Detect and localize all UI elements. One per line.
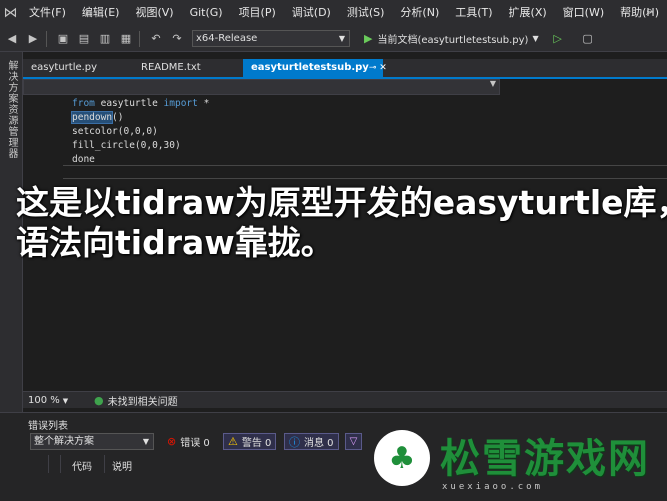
current-line-highlight [63, 165, 667, 179]
selected-word: pendown [70, 111, 114, 124]
menu-debug[interactable]: 调试(D) [284, 0, 339, 26]
menu-window[interactable]: 窗口(W) [555, 0, 612, 26]
menu-bar: ⋈ 文件(F) 编辑(E) 视图(V) Git(G) 项目(P) 调试(D) 测… [0, 0, 667, 26]
run-without-debug-icon[interactable]: ▷ [549, 30, 567, 48]
forward-icon[interactable]: ▶ [24, 30, 42, 48]
subtitle-line-1: 这是以tidraw为原型开发的easyturtle库， [16, 183, 667, 222]
editor-status-bar: 100 % ▼ ● 未找到相关问题 [23, 391, 667, 408]
configuration-select[interactable]: x64-Release ▼ [192, 30, 350, 47]
toolbar-extra-icon[interactable]: ▢ [579, 30, 597, 48]
menu-extensions[interactable]: 扩展(X) [501, 0, 555, 26]
document-tabs: easyturtle.py README.txt easyturtletests… [23, 59, 667, 79]
undo-icon[interactable]: ↶ [147, 30, 165, 48]
messages-count: 消息 0 [304, 438, 334, 449]
toolbar-divider [139, 30, 140, 47]
palm-tree-logo-icon: ♣ [374, 430, 430, 486]
column-divider [104, 455, 105, 473]
warning-icon: ⚠ [228, 435, 238, 448]
solution-explorer-label: 解决方案资源管理器 [6, 60, 17, 159]
chevron-down-icon: ▼ [489, 79, 496, 88]
warnings-count: 警告 0 [241, 438, 272, 449]
info-icon: ⓘ [289, 435, 300, 449]
zoom-select[interactable]: 100 % ▼ [23, 395, 78, 406]
code-line: fill_circle(0,0,30) [72, 140, 181, 151]
start-debugging-button[interactable]: ▶ 当前文档(easyturtletestsub.py) ▼ [364, 31, 539, 46]
close-icon[interactable]: ✕ [379, 63, 387, 73]
zoom-value: 100 % [28, 394, 60, 406]
tab-label: easyturtletestsub.py [251, 62, 369, 73]
code-line: done [72, 154, 95, 165]
filter-icon[interactable]: ▽ [345, 433, 362, 450]
save-icon[interactable]: ▥ [96, 30, 114, 48]
watermark-title: 松雪游戏网 [440, 436, 650, 482]
code-text[interactable]: from easyturtle import * pendown() setco… [70, 97, 210, 167]
chevron-down-icon[interactable]: ▼ [532, 34, 538, 43]
warnings-filter-button[interactable]: ⚠ 警告 0 [223, 433, 277, 450]
code-line: pendown() [70, 111, 124, 124]
check-circle-icon: ● [94, 393, 104, 407]
menu-edit[interactable]: 编辑(E) [74, 0, 128, 26]
new-project-icon[interactable]: ▣ [54, 30, 72, 48]
tab-readme[interactable]: README.txt [133, 59, 243, 77]
error-icon: ⊗ [167, 435, 177, 448]
tab-label: README.txt [141, 62, 201, 73]
code-line: from easyturtle import * [72, 98, 210, 109]
menu-analyze[interactable]: 分析(N) [392, 0, 447, 26]
column-divider [48, 455, 49, 473]
scope-select[interactable]: 整个解决方案 ▼ [30, 433, 154, 450]
errors-count: 错误 0 [180, 438, 210, 449]
scope-value: 整个解决方案 [34, 436, 94, 447]
menu-file[interactable]: 文件(F) [21, 0, 74, 26]
code-line: setcolor(0,0,0) [72, 126, 158, 137]
menu-tools[interactable]: 工具(T) [447, 0, 500, 26]
panel-title: 错误列表 [28, 421, 68, 432]
tab-easyturtle[interactable]: easyturtle.py [23, 59, 133, 77]
chevron-down-icon: ▼ [62, 396, 69, 405]
errors-filter-button[interactable]: ⊗ 错误 0 [162, 433, 215, 450]
menu-view[interactable]: 视图(V) [127, 0, 181, 26]
column-header-code[interactable]: 代码 [72, 458, 92, 473]
site-watermark: ♣ 松雪游戏网 xuexiaoo.com [370, 424, 667, 500]
video-subtitle: 这是以tidraw为原型开发的easyturtle库， 语法向tidraw靠拢。 [16, 183, 667, 263]
chevron-down-icon: ▼ [142, 437, 149, 446]
open-folder-icon[interactable]: ▤ [75, 30, 93, 48]
tab-label: easyturtle.py [31, 62, 98, 73]
issues-status: 未找到相关问题 [107, 396, 178, 408]
visual-studio-logo-icon[interactable]: ⋈ [0, 0, 21, 26]
subtitle-line-2: 语法向tidraw靠拢。 [16, 223, 334, 262]
menu-project[interactable]: 项目(P) [231, 0, 284, 26]
search-icon[interactable]: ⌕ [646, 4, 653, 19]
column-header-description[interactable]: 说明 [112, 458, 132, 473]
redo-icon[interactable]: ↷ [168, 30, 186, 48]
watermark-url: xuexiaoo.com [442, 482, 544, 492]
navigation-bar[interactable]: ▼ [23, 79, 500, 95]
play-icon: ▶ [364, 32, 373, 45]
chevron-down-icon: ▼ [338, 34, 345, 43]
run-target-label: 当前文档(easyturtletestsub.py) [377, 35, 529, 46]
pin-icon[interactable]: ⊸ [369, 63, 377, 73]
tab-easyturtletestsub[interactable]: easyturtletestsub.py ⊸ ✕ [243, 59, 387, 77]
back-icon[interactable]: ◀ [3, 30, 21, 48]
configuration-value: x64-Release [196, 33, 258, 44]
toolbar-divider [46, 30, 47, 47]
menu-git[interactable]: Git(G) [182, 0, 231, 26]
messages-filter-button[interactable]: ⓘ 消息 0 [284, 433, 339, 450]
menu-help[interactable]: 帮助(H) [612, 0, 667, 26]
menu-test[interactable]: 测试(S) [339, 0, 393, 26]
column-divider [60, 455, 61, 473]
save-all-icon[interactable]: ▦ [117, 30, 135, 48]
toolbar: ◀ ▶ ▣ ▤ ▥ ▦ ↶ ↷ x64-Release ▼ ▶ 当前文档(eas… [0, 26, 667, 52]
